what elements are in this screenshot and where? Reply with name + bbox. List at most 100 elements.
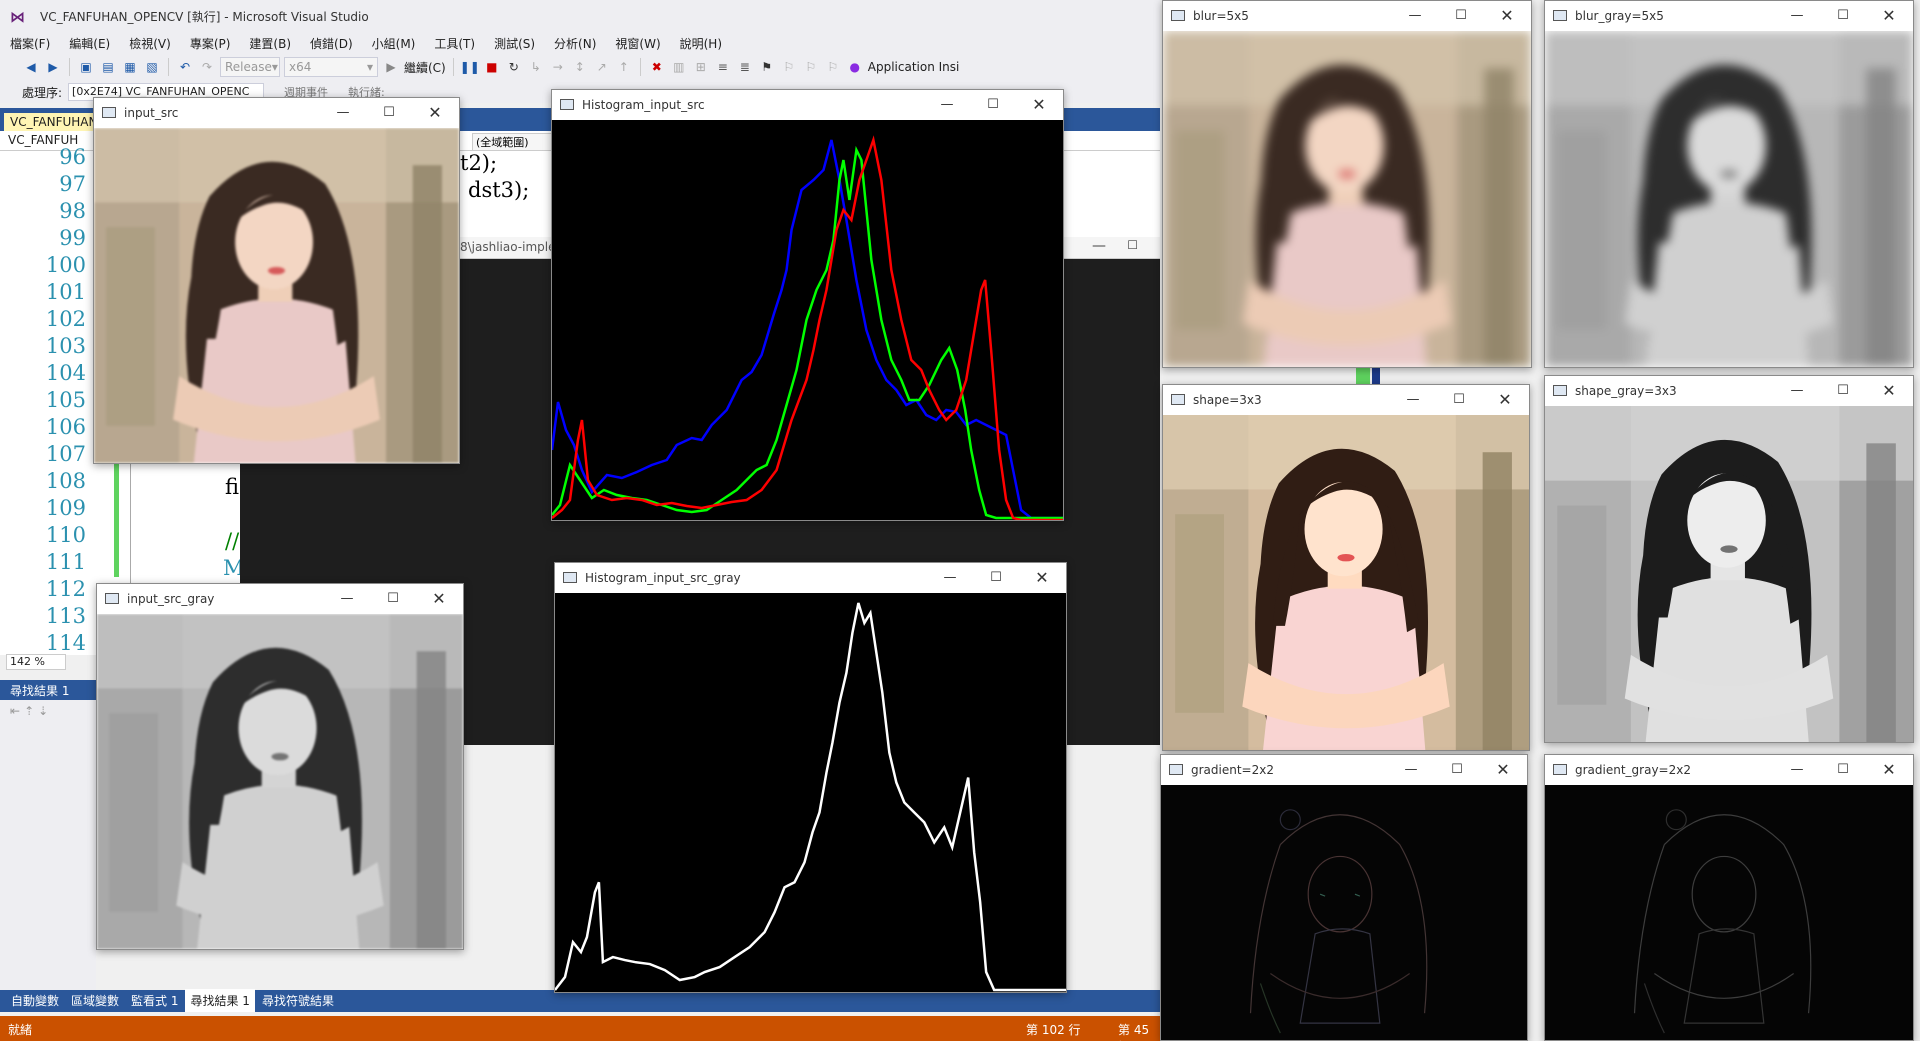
solution-config-select[interactable]: Release ▾: [220, 57, 280, 77]
step-over-icon[interactable]: ↕: [571, 58, 589, 76]
minimize-icon[interactable]: —: [1783, 5, 1811, 27]
close-icon[interactable]: ✕: [1489, 759, 1517, 781]
application-insights-icon[interactable]: ●: [846, 58, 864, 76]
minimize-icon[interactable]: —: [1401, 5, 1429, 27]
uncomment-icon[interactable]: ≣: [736, 58, 754, 76]
save-all-icon[interactable]: ▧: [143, 58, 161, 76]
tab-autos[interactable]: 自動變數: [6, 989, 64, 1012]
window-titlebar[interactable]: shape=3x3 — ☐ ✕: [1163, 385, 1529, 415]
show-next-statement-icon[interactable]: ↳: [527, 58, 545, 76]
close-icon[interactable]: ✕: [425, 588, 453, 610]
histogram-src-window[interactable]: Histogram_input_src — ☐ ✕: [551, 89, 1064, 521]
window-titlebar[interactable]: blur=5x5 — ☐ ✕: [1163, 1, 1531, 31]
close-icon[interactable]: ✕: [421, 102, 449, 124]
tab-find-symbol-results[interactable]: 尋找符號結果: [257, 989, 339, 1012]
close-icon[interactable]: ✕: [1025, 94, 1053, 116]
minimize-icon[interactable]: —: [329, 102, 357, 124]
next-result-icon[interactable]: ⇣: [38, 704, 52, 718]
close-icon[interactable]: ✕: [1493, 5, 1521, 27]
shape-window[interactable]: shape=3x3 — ☐ ✕: [1162, 384, 1530, 751]
maximize-icon[interactable]: ☐: [375, 102, 403, 124]
maximize-icon[interactable]: ☐: [1445, 389, 1473, 411]
step-out-icon[interactable]: ↗: [593, 58, 611, 76]
window-titlebar[interactable]: input_src — ☐ ✕: [94, 98, 459, 128]
window-titlebar[interactable]: Histogram_input_src_gray — ☐ ✕: [555, 563, 1066, 593]
close-icon[interactable]: ✕: [1491, 389, 1519, 411]
platform-select[interactable]: x64 ▾: [284, 57, 378, 77]
prev-bookmark-icon[interactable]: ⚐: [780, 58, 798, 76]
back-icon[interactable]: ◀: [22, 58, 40, 76]
shape-gray-window[interactable]: shape_gray=3x3 — ☐ ✕: [1544, 375, 1914, 743]
minimize-icon[interactable]: —: [333, 588, 361, 610]
menu-file[interactable]: 檔案(F): [10, 35, 50, 52]
goto-icon[interactable]: ⇤: [10, 704, 24, 718]
minimize-icon[interactable]: —: [1092, 238, 1106, 254]
continue-icon[interactable]: ▶: [382, 58, 400, 76]
minimize-icon[interactable]: —: [1783, 380, 1811, 402]
prev-result-icon[interactable]: ⇡: [24, 704, 38, 718]
window-titlebar[interactable]: Histogram_input_src — ☐ ✕: [552, 90, 1063, 120]
redo-icon[interactable]: ↷: [198, 58, 216, 76]
blur-gray-window[interactable]: blur_gray=5x5 — ☐ ✕: [1544, 0, 1914, 368]
maximize-icon[interactable]: ☐: [1127, 238, 1138, 252]
menu-window[interactable]: 視窗(W): [615, 35, 660, 52]
find-results-title[interactable]: 尋找結果 1: [0, 680, 96, 700]
maximize-icon[interactable]: ☐: [982, 567, 1010, 589]
step-out2-icon[interactable]: ↑: [615, 58, 633, 76]
menu-help[interactable]: 說明(H): [680, 35, 722, 52]
gradient-window[interactable]: gradient=2x2 — ☐ ✕: [1160, 754, 1528, 1041]
maximize-icon[interactable]: ☐: [1443, 759, 1471, 781]
close-icon[interactable]: ✕: [1875, 5, 1903, 27]
menu-tools[interactable]: 工具(T): [434, 35, 475, 52]
maximize-icon[interactable]: ☐: [979, 94, 1007, 116]
minimize-icon[interactable]: —: [1399, 389, 1427, 411]
minimize-icon[interactable]: —: [933, 94, 961, 116]
input-src-window[interactable]: input_src — ☐ ✕: [93, 97, 460, 464]
continue-button[interactable]: 繼續(C): [404, 59, 446, 76]
clear-bookmarks-icon[interactable]: ⚐: [824, 58, 842, 76]
menu-view[interactable]: 檢視(V): [129, 35, 171, 52]
menu-project[interactable]: 專案(P): [190, 35, 231, 52]
histogram-gray-window[interactable]: Histogram_input_src_gray — ☐ ✕: [554, 562, 1067, 993]
window-titlebar[interactable]: shape_gray=3x3 — ☐ ✕: [1545, 376, 1913, 406]
menu-debug[interactable]: 偵錯(D): [310, 35, 353, 52]
new-project-icon[interactable]: ▣: [77, 58, 95, 76]
stop-icon[interactable]: ■: [483, 58, 501, 76]
scope-select[interactable]: (全域範圍): [472, 133, 562, 151]
close-icon[interactable]: ✕: [1028, 567, 1056, 589]
threads-icon[interactable]: ⊞: [692, 58, 710, 76]
maximize-icon[interactable]: ☐: [1447, 5, 1475, 27]
maximize-icon[interactable]: ☐: [1829, 380, 1857, 402]
menu-test[interactable]: 測試(S): [494, 35, 535, 52]
maximize-icon[interactable]: ☐: [1829, 759, 1857, 781]
restart-icon[interactable]: ↻: [505, 58, 523, 76]
open-file-icon[interactable]: ▤: [99, 58, 117, 76]
pause-icon[interactable]: ❚❚: [460, 58, 480, 76]
tab-find-results-1[interactable]: 尋找結果 1: [185, 989, 255, 1012]
maximize-icon[interactable]: ☐: [379, 588, 407, 610]
tab-locals[interactable]: 區域變數: [66, 989, 124, 1012]
window-titlebar[interactable]: gradient=2x2 — ☐ ✕: [1161, 755, 1527, 785]
hex-display-icon[interactable]: ▥: [670, 58, 688, 76]
menu-edit[interactable]: 編輯(E): [69, 35, 110, 52]
bookmark-icon[interactable]: ⚑: [758, 58, 776, 76]
application-insights-button[interactable]: Application Insi: [868, 60, 960, 74]
step-into-icon[interactable]: →: [549, 58, 567, 76]
undo-icon[interactable]: ↶: [176, 58, 194, 76]
tab-watch-1[interactable]: 監看式 1: [126, 989, 183, 1012]
maximize-icon[interactable]: ☐: [1829, 5, 1857, 27]
blur-window[interactable]: blur=5x5 — ☐ ✕: [1162, 0, 1532, 368]
window-titlebar[interactable]: input_src_gray — ☐ ✕: [97, 584, 463, 614]
menu-analyze[interactable]: 分析(N): [554, 35, 596, 52]
close-icon[interactable]: ✕: [1875, 759, 1903, 781]
save-icon[interactable]: ▦: [121, 58, 139, 76]
minimize-icon[interactable]: —: [1397, 759, 1425, 781]
document-tab-active[interactable]: VC_FANFUHAN: [4, 113, 104, 131]
minimize-icon[interactable]: —: [1783, 759, 1811, 781]
window-titlebar[interactable]: gradient_gray=2x2 — ☐ ✕: [1545, 755, 1913, 785]
menu-team[interactable]: 小組(M): [372, 35, 416, 52]
next-bookmark-icon[interactable]: ⚐: [802, 58, 820, 76]
comment-icon[interactable]: ≡: [714, 58, 732, 76]
input-src-gray-window[interactable]: input_src_gray — ☐ ✕: [96, 583, 464, 950]
close-icon[interactable]: ✕: [1875, 380, 1903, 402]
